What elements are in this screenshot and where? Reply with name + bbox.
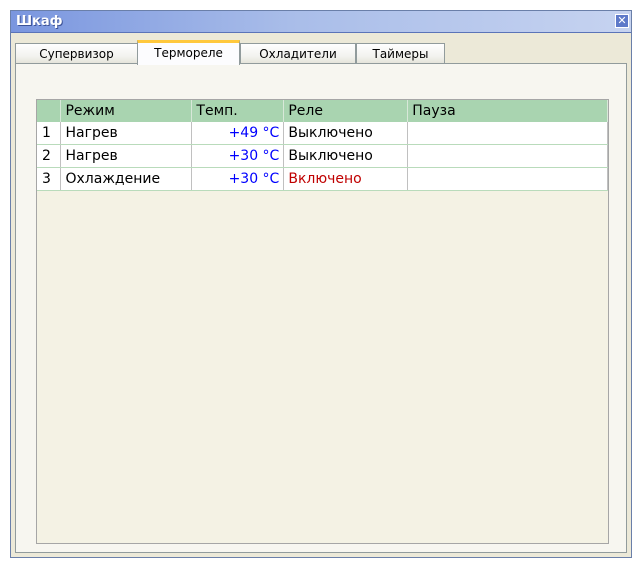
- table-header-row: Режим Темп. Реле Пауза: [37, 100, 608, 122]
- row-number: 3: [37, 167, 62, 191]
- cell-temp[interactable]: +49 °C: [191, 122, 285, 145]
- cell-mode[interactable]: Нагрев: [60, 144, 193, 168]
- cell-pause[interactable]: [407, 167, 608, 191]
- cell-relay[interactable]: Включено: [283, 167, 409, 191]
- cell-temp[interactable]: +30 °C: [191, 144, 285, 168]
- tab-thermo-relay[interactable]: Термореле: [137, 40, 240, 65]
- cell-mode[interactable]: Нагрев: [60, 122, 193, 145]
- tab-supervisor[interactable]: Супервизор: [15, 43, 138, 64]
- close-button[interactable]: ✕: [615, 14, 629, 28]
- cell-pause[interactable]: [407, 144, 608, 168]
- tab-coolers[interactable]: Охладители: [240, 43, 356, 64]
- table-row[interactable]: 2 Нагрев +30 °C Выключено: [37, 144, 608, 168]
- thermo-relay-window: Шкаф ✕ Супервизор Термореле Охладители Т…: [10, 10, 632, 558]
- column-header-relay[interactable]: Реле: [283, 100, 409, 122]
- row-number: 2: [37, 144, 62, 168]
- row-number: 1: [37, 122, 62, 145]
- cell-pause[interactable]: [407, 122, 608, 145]
- tab-timers[interactable]: Таймеры: [356, 43, 445, 64]
- cell-relay[interactable]: Выключено: [283, 122, 409, 145]
- cell-mode[interactable]: Охлаждение: [60, 167, 193, 191]
- close-icon: ✕: [617, 14, 627, 27]
- cell-relay[interactable]: Выключено: [283, 144, 409, 168]
- title-bar[interactable]: Шкаф ✕: [11, 11, 631, 33]
- cell-temp[interactable]: +30 °C: [191, 167, 285, 191]
- column-header-num[interactable]: [37, 100, 62, 122]
- table-row[interactable]: 3 Охлаждение +30 °C Включено: [37, 167, 608, 191]
- column-header-mode[interactable]: Режим: [60, 100, 193, 122]
- column-header-temp[interactable]: Темп.: [191, 100, 285, 122]
- window-title: Шкаф: [16, 14, 63, 29]
- thermo-relay-grid[interactable]: Режим Темп. Реле Пауза 1 Нагрев +49 °C В…: [36, 99, 609, 544]
- column-header-pause[interactable]: Пауза: [407, 100, 608, 122]
- thermo-relay-table: Режим Темп. Реле Пауза 1 Нагрев +49 °C В…: [37, 100, 608, 191]
- tab-panel-thermo-relay: Режим Темп. Реле Пауза 1 Нагрев +49 °C В…: [15, 63, 627, 553]
- table-row[interactable]: 1 Нагрев +49 °C Выключено: [37, 122, 608, 145]
